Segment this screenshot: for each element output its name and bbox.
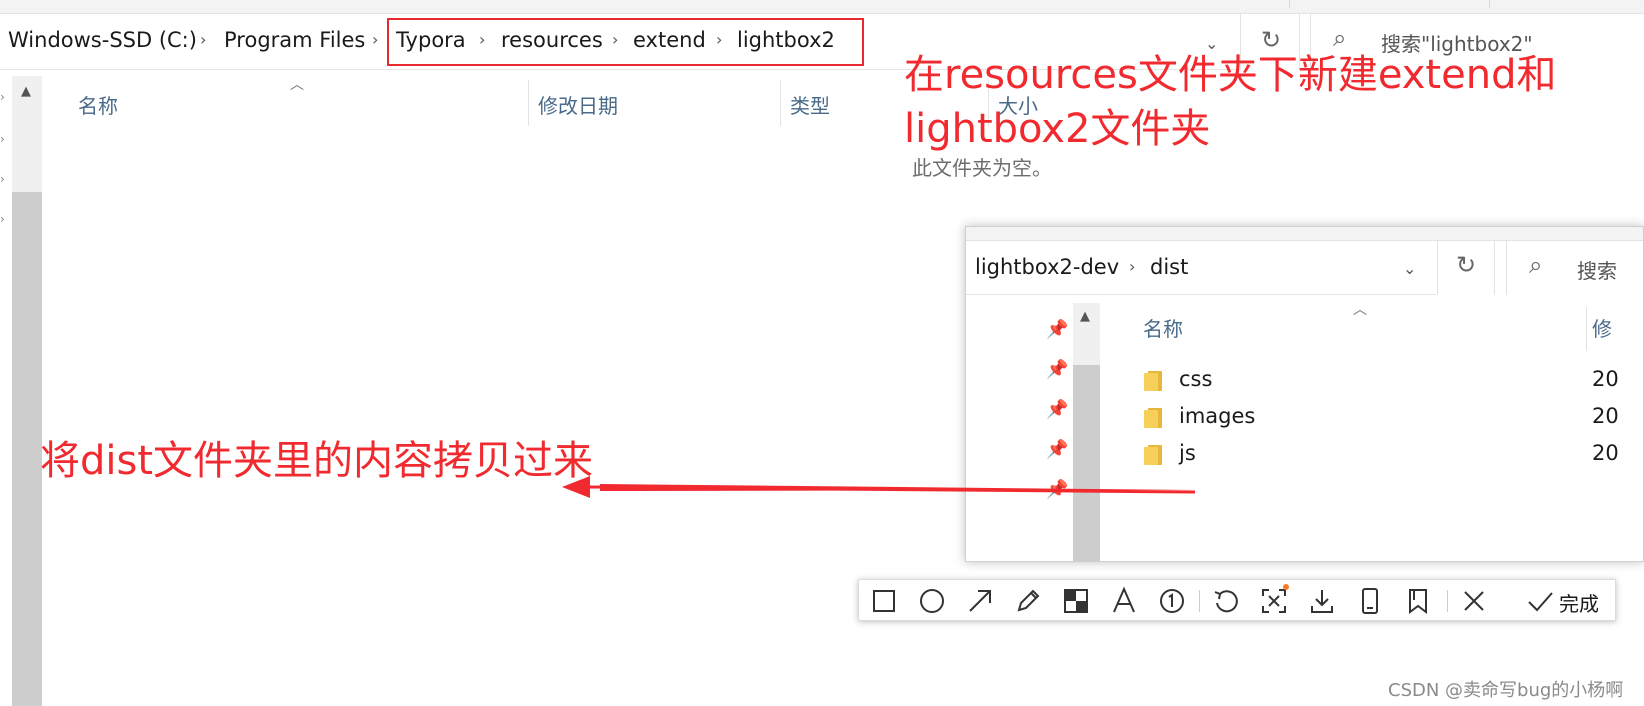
watermark: CSDN @卖命写bug的小杨啊 — [1388, 680, 1624, 701]
column-divider[interactable] — [780, 80, 781, 126]
chevron-right-icon[interactable]: › — [372, 30, 378, 49]
list-item-css[interactable]: css 20 — [966, 363, 1643, 399]
file-name: css — [1179, 367, 1213, 391]
column-header-name[interactable]: 名称 — [78, 90, 118, 119]
chevron-right-icon[interactable]: › — [200, 30, 206, 49]
download-icon[interactable] — [1307, 586, 1337, 616]
pin-icon[interactable]: 📌 — [1046, 479, 1068, 500]
search-placeholder: 搜索 — [1577, 259, 1617, 283]
refresh-icon: ↻ — [1456, 251, 1477, 279]
check-icon[interactable] — [1525, 586, 1555, 616]
navigation-pane[interactable]: › › › › — [0, 76, 12, 706]
ocr-icon[interactable] — [1259, 584, 1289, 616]
file-date: 20 — [1592, 441, 1619, 465]
expand-icon[interactable]: › — [0, 90, 5, 104]
breadcrumb-lightbox2-dev[interactable]: lightbox2-dev — [975, 255, 1119, 279]
undo-icon[interactable] — [1211, 586, 1241, 616]
sort-ascending-icon: ︿ — [290, 77, 304, 93]
empty-folder-message: 此文件夹为空。 — [912, 156, 1052, 180]
close-icon[interactable] — [1459, 586, 1489, 616]
expand-icon[interactable]: › — [0, 132, 5, 146]
pencil-icon[interactable] — [1013, 586, 1043, 616]
tab-strip-segment — [1090, 0, 1290, 8]
search-input[interactable]: ⌕ 搜索 — [1506, 241, 1643, 295]
notification-dot — [1283, 584, 1289, 590]
file-date: 20 — [1592, 404, 1619, 428]
scrollbar-thumb[interactable] — [12, 192, 42, 706]
breadcrumb-program-files[interactable]: Program Files — [224, 28, 365, 52]
breadcrumb-drive[interactable]: Windows-SSD (C:) — [8, 28, 197, 52]
chevron-down-icon[interactable]: ⌄ — [1403, 259, 1416, 278]
address-bar[interactable]: lightbox2-dev › dist ⌄ — [966, 241, 1436, 295]
file-name: js — [1179, 441, 1196, 465]
phone-icon[interactable] — [1355, 586, 1385, 616]
screenshot-toolbar: 完成 — [858, 579, 1616, 621]
file-date: 20 — [1592, 367, 1619, 391]
column-header-name[interactable]: 名称 — [1143, 313, 1183, 342]
bookmark-icon[interactable] — [1403, 586, 1433, 616]
chevron-right-icon[interactable]: › — [1129, 257, 1135, 276]
folder-icon — [1144, 408, 1162, 428]
list-item-js[interactable]: js 20 — [966, 437, 1643, 473]
folder-icon — [1144, 445, 1162, 465]
ellipse-icon[interactable] — [917, 586, 947, 616]
scroll-up-icon[interactable]: ▲ — [1080, 309, 1090, 324]
sort-ascending-icon: ︿ — [1353, 302, 1367, 318]
mosaic-icon[interactable] — [1061, 586, 1091, 616]
refresh-button[interactable]: ↻ — [1437, 241, 1495, 295]
scroll-up-icon[interactable]: ▲ — [21, 84, 31, 99]
annotation-create-folders-cont: lightbox2文件夹 — [904, 106, 1211, 152]
arrow-icon[interactable] — [965, 586, 995, 616]
pin-icon[interactable]: 📌 — [1046, 319, 1068, 340]
highlight-box — [387, 18, 864, 66]
done-button[interactable]: 完成 — [1559, 588, 1599, 617]
column-header-type[interactable]: 类型 — [790, 90, 830, 119]
title-strip — [0, 0, 1644, 14]
folder-icon — [1144, 371, 1162, 391]
breadcrumb-dist[interactable]: dist — [1150, 255, 1188, 279]
column-divider[interactable] — [528, 80, 529, 126]
list-item-images[interactable]: images 20 — [966, 400, 1643, 436]
toolbar-divider — [1447, 590, 1448, 612]
expand-icon[interactable]: › — [0, 212, 5, 226]
secondary-explorer-window[interactable]: lightbox2-dev › dist ⌄ ↻ ⌕ 搜索 📌 📌 📌 📌 📌 … — [965, 226, 1644, 562]
nav-scrollbar[interactable]: ▲ — [12, 76, 42, 706]
annotation-copy-contents: 将dist文件夹里的内容拷贝过来 — [40, 438, 594, 484]
search-icon: ⌕ — [1529, 251, 1543, 279]
column-divider[interactable] — [1586, 307, 1587, 351]
toolbar-divider — [1199, 590, 1200, 612]
column-header-date[interactable]: 修 — [1592, 313, 1612, 342]
rectangle-icon[interactable] — [869, 586, 899, 616]
annotation-create-folders: 在resources文件夹下新建extend和 — [904, 52, 1557, 98]
column-header-date[interactable]: 修改日期 — [538, 90, 618, 119]
tab-strip-segment — [1290, 0, 1490, 8]
file-name: images — [1179, 404, 1256, 428]
expand-icon[interactable]: › — [0, 172, 5, 186]
text-icon[interactable] — [1109, 586, 1139, 616]
title-strip — [966, 227, 1643, 241]
number-icon[interactable] — [1157, 586, 1187, 616]
